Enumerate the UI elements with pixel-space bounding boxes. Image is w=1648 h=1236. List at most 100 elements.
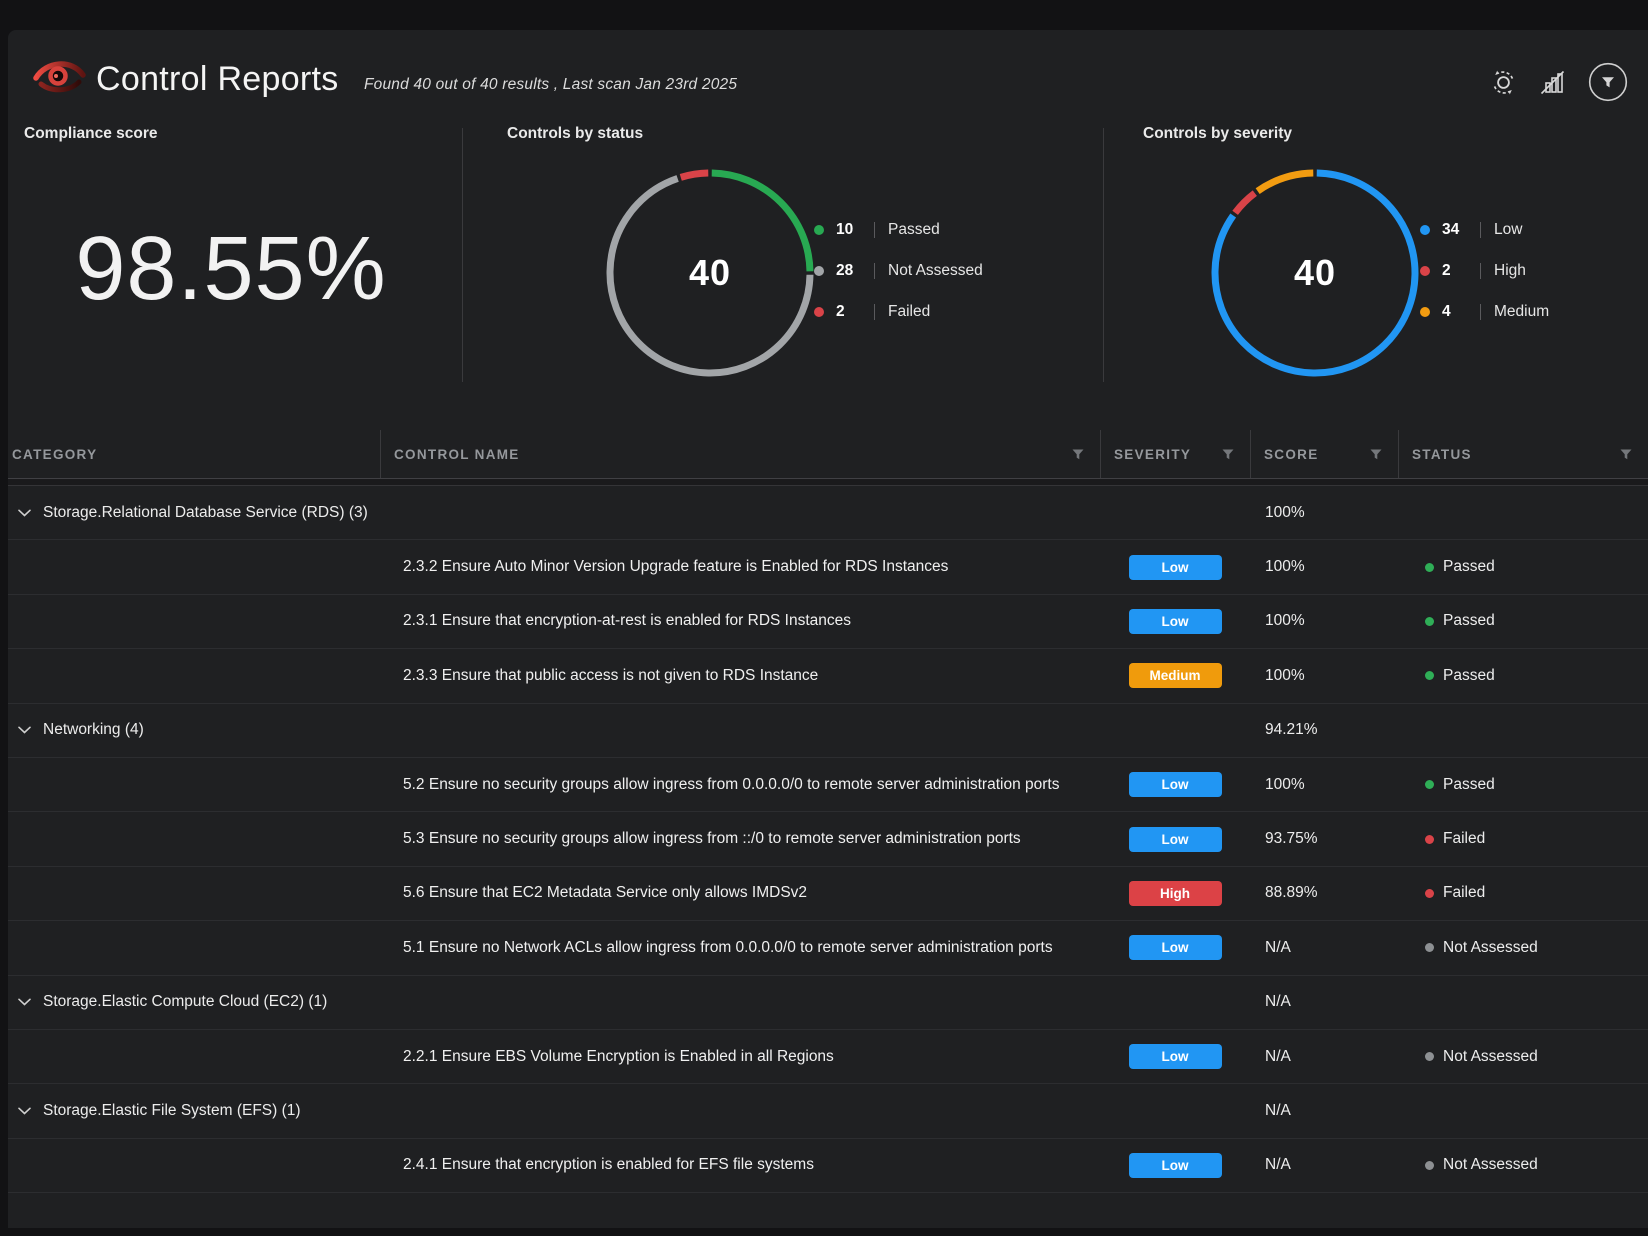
header-separator: [8, 479, 1648, 486]
status-dot: [1425, 780, 1434, 789]
status-cell: Failed: [1398, 884, 1648, 902]
column-header-control-name: CONTROL NAME: [380, 430, 1100, 478]
category-group-label: Networking (4): [43, 721, 144, 739]
chevron-down-icon[interactable]: [18, 509, 31, 517]
control-row[interactable]: 2.2.1 Ensure EBS Volume Encryption is En…: [8, 1030, 1648, 1084]
table-header: CATEGORY CONTROL NAME SEVERITY SCORE STA…: [8, 430, 1648, 479]
score-value: N/A: [1250, 993, 1398, 1011]
score-value: 100%: [1250, 612, 1398, 630]
column-label: STATUS: [1412, 447, 1472, 462]
score-value: N/A: [1250, 939, 1398, 957]
control-row[interactable]: 5.2 Ensure no security groups allow ingr…: [8, 758, 1648, 812]
legend-dot: [1420, 225, 1430, 235]
compliance-score-value: 98.55%: [8, 218, 454, 321]
category-group-label: Storage.Elastic File System (EFS) (1): [43, 1102, 301, 1120]
filter-funnel-icon[interactable]: [1370, 449, 1382, 460]
status-label: Passed: [1443, 612, 1495, 630]
column-label: SCORE: [1264, 447, 1319, 462]
status-dot: [1425, 617, 1434, 626]
column-header-severity: SEVERITY: [1100, 430, 1250, 478]
category-group-row[interactable]: Storage.Elastic Compute Cloud (EC2) (1) N…: [8, 976, 1648, 1030]
control-row[interactable]: 5.1 Ensure no Network ACLs allow ingress…: [8, 921, 1648, 975]
filter-funnel-icon[interactable]: [1222, 449, 1234, 460]
status-label: Passed: [1443, 558, 1495, 576]
legend-dot: [814, 266, 824, 276]
category-group-row[interactable]: Networking (4)94.21%: [8, 704, 1648, 758]
controls-by-status-label: Controls by status: [507, 125, 643, 143]
chart-toggle-icon[interactable]: [1539, 70, 1566, 95]
score-value: 100%: [1250, 667, 1398, 685]
column-header-status: STATUS: [1398, 430, 1648, 478]
control-row[interactable]: 2.3.2 Ensure Auto Minor Version Upgrade …: [8, 540, 1648, 594]
status-cell: Passed: [1398, 612, 1648, 630]
legend-count: 34: [1442, 221, 1480, 239]
category-group-label: Storage.Elastic Compute Cloud (EC2) (1): [43, 993, 327, 1011]
legend-item: 34Low: [1420, 218, 1549, 242]
control-name: 2.2.1 Ensure EBS Volume Encryption is En…: [380, 1048, 1100, 1066]
status-label: Passed: [1443, 667, 1495, 685]
score-value: N/A: [1250, 1156, 1398, 1174]
legend-label: Passed: [888, 221, 940, 239]
legend-separator: [874, 304, 875, 320]
severity-donut-chart: 40: [1205, 163, 1425, 383]
column-header-score: SCORE: [1250, 430, 1398, 478]
status-cell: Passed: [1398, 776, 1648, 794]
severity-donut-total: 40: [1205, 163, 1425, 383]
legend-count: 2: [836, 303, 874, 321]
legend-item: 28Not Assessed: [814, 259, 983, 283]
legend-separator: [1480, 222, 1481, 238]
status-dot: [1425, 671, 1434, 680]
control-row[interactable]: 2.3.3 Ensure that public access is not g…: [8, 649, 1648, 703]
table-body: Storage.Relational Database Service (RDS…: [8, 486, 1648, 1193]
chevron-down-icon[interactable]: [18, 998, 31, 1006]
severity-badge: Low: [1129, 555, 1222, 580]
legend-count: 2: [1442, 262, 1480, 280]
severity-badge: Low: [1129, 827, 1222, 852]
status-label: Passed: [1443, 776, 1495, 794]
chevron-down-icon[interactable]: [18, 726, 31, 734]
severity-legend: 34Low2High4Medium: [1420, 218, 1549, 324]
severity-badge: Low: [1129, 1044, 1222, 1069]
category-group-row[interactable]: Storage.Elastic File System (EFS) (1) N/A: [8, 1084, 1648, 1138]
severity-badge: Low: [1129, 1153, 1222, 1178]
score-value: N/A: [1250, 1102, 1398, 1120]
column-label: SEVERITY: [1114, 447, 1191, 462]
status-cell: Not Assessed: [1398, 1156, 1648, 1174]
header-toolbar: [1490, 62, 1628, 102]
refresh-icon[interactable]: [1490, 69, 1517, 96]
legend-count: 4: [1442, 303, 1480, 321]
controls-by-severity-label: Controls by severity: [1143, 125, 1292, 143]
status-dot: [1425, 1161, 1434, 1170]
control-row[interactable]: 5.6 Ensure that EC2 Metadata Service onl…: [8, 867, 1648, 921]
filter-icon[interactable]: [1588, 62, 1628, 102]
category-group-row[interactable]: Storage.Relational Database Service (RDS…: [8, 486, 1648, 540]
status-donut-chart: 40: [600, 163, 820, 383]
legend-dot: [1420, 307, 1430, 317]
control-name: 2.4.1 Ensure that encryption is enabled …: [380, 1156, 1100, 1174]
status-cell: Passed: [1398, 667, 1648, 685]
status-cell: Failed: [1398, 830, 1648, 848]
legend-label: Not Assessed: [888, 262, 983, 280]
control-row[interactable]: 2.4.1 Ensure that encryption is enabled …: [8, 1139, 1648, 1193]
score-value: 100%: [1250, 504, 1398, 522]
legend-dot: [814, 225, 824, 235]
column-header-category: CATEGORY: [8, 430, 380, 478]
control-row[interactable]: 2.3.1 Ensure that encryption-at-rest is …: [8, 595, 1648, 649]
chevron-down-icon[interactable]: [18, 1107, 31, 1115]
score-value: N/A: [1250, 1048, 1398, 1066]
control-name: 2.3.1 Ensure that encryption-at-rest is …: [380, 612, 1100, 630]
status-dot: [1425, 943, 1434, 952]
control-row[interactable]: 5.3 Ensure no security groups allow ingr…: [8, 812, 1648, 866]
filter-funnel-icon[interactable]: [1620, 449, 1632, 460]
control-name: 2.3.3 Ensure that public access is not g…: [380, 667, 1100, 685]
panel-divider: [462, 128, 463, 382]
control-name: 2.3.2 Ensure Auto Minor Version Upgrade …: [380, 558, 1100, 576]
status-label: Failed: [1443, 830, 1485, 848]
control-name: 5.2 Ensure no security groups allow ingr…: [380, 776, 1100, 794]
filter-funnel-icon[interactable]: [1072, 449, 1084, 460]
legend-item: 10Passed: [814, 218, 983, 242]
status-cell: Passed: [1398, 558, 1648, 576]
app-logo-eye-icon: [32, 54, 86, 101]
column-label: CONTROL NAME: [394, 447, 520, 462]
control-name: 5.1 Ensure no Network ACLs allow ingress…: [380, 939, 1100, 957]
